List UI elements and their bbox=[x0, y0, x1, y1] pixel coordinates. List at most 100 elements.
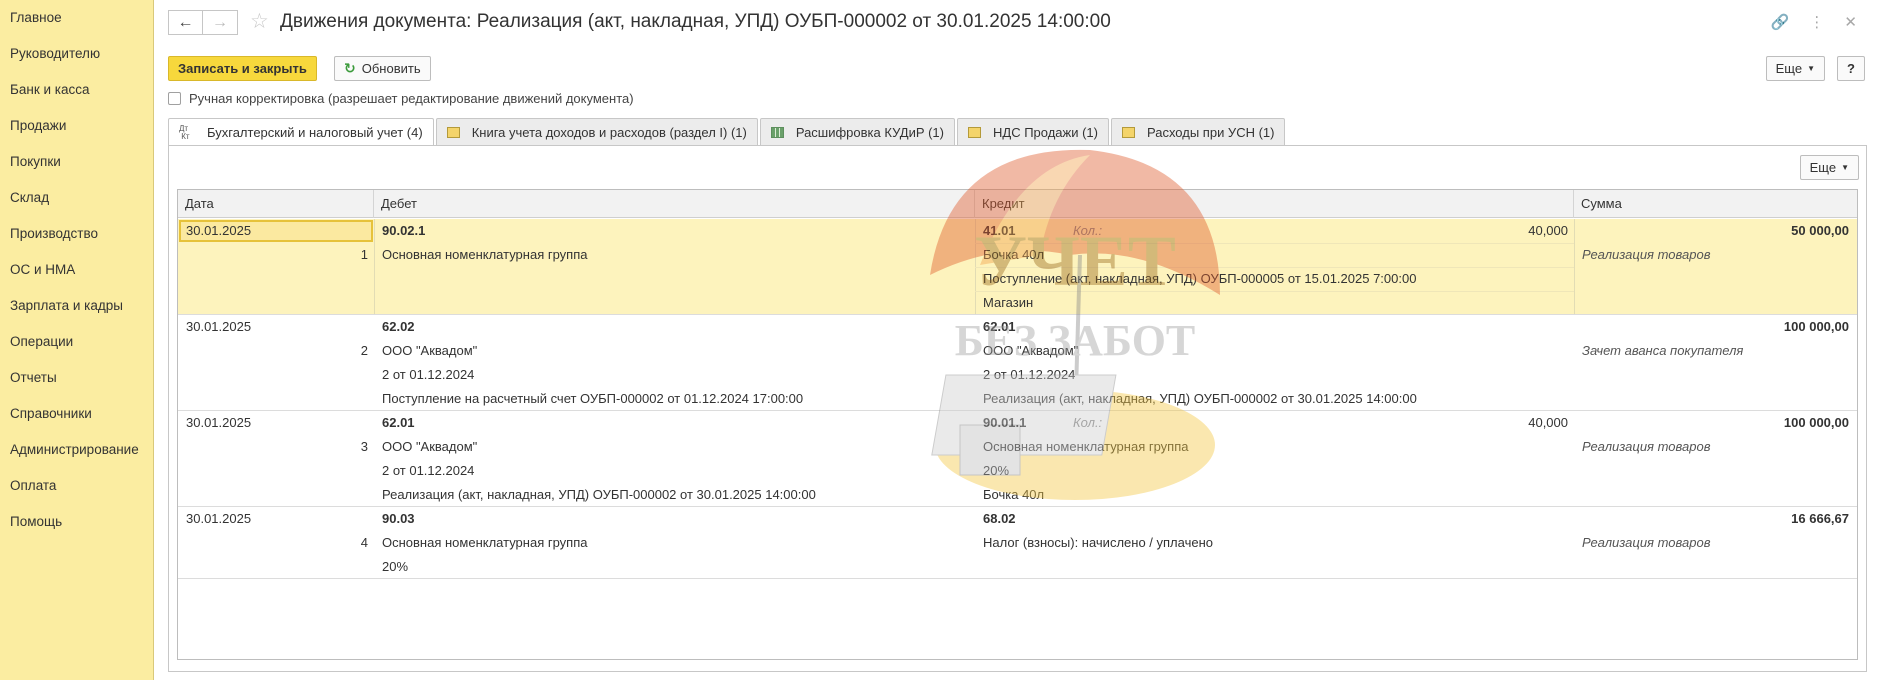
refresh-icon: ↻ bbox=[344, 60, 356, 76]
register-icon bbox=[968, 126, 981, 138]
sidebar-item-warehouse[interactable]: Склад bbox=[0, 180, 153, 216]
main-area: ← → ☆ Движения документа: Реализация (ак… bbox=[155, 0, 1879, 680]
sidebar-item-help[interactable]: Помощь bbox=[0, 504, 153, 540]
column-divider bbox=[1574, 219, 1575, 314]
entry-number: 3 bbox=[360, 439, 368, 454]
tab-label: Бухгалтерский и налоговый учет (4) bbox=[207, 125, 423, 140]
sub-divider bbox=[975, 291, 1574, 292]
register-icon bbox=[446, 126, 460, 138]
credit-account: 68.02 bbox=[983, 511, 1016, 526]
entry-content: Реализация товаров bbox=[1582, 439, 1711, 454]
sidebar-item-production[interactable]: Производство bbox=[0, 216, 153, 252]
table-row[interactable]: 30.01.2025 2 62.02 ООО "Аквадом" 2 от 01… bbox=[178, 315, 1857, 411]
sidebar-item-reports[interactable]: Отчеты bbox=[0, 360, 153, 396]
sidebar-item-bank-cash[interactable]: Банк и касса bbox=[0, 72, 153, 108]
grid-more-button[interactable]: Еще ▼ bbox=[1799, 155, 1859, 180]
close-icon[interactable]: ✕ bbox=[1844, 13, 1857, 31]
chevron-down-icon: ▼ bbox=[1807, 64, 1815, 73]
page-title: Движения документа: Реализация (акт, нак… bbox=[280, 11, 1111, 32]
sidebar-item-manager[interactable]: Руководителю bbox=[0, 36, 153, 72]
entry-sum: 50 000,00 bbox=[1791, 223, 1849, 238]
table-icon bbox=[770, 126, 784, 138]
credit-subconto: Налог (взносы): начислено / уплачено bbox=[983, 535, 1213, 550]
sidebar-item-references[interactable]: Справочники bbox=[0, 396, 153, 432]
entry-date: 30.01.2025 bbox=[186, 223, 252, 238]
column-header-debit[interactable]: Дебет bbox=[374, 190, 975, 218]
entry-date: 30.01.2025 bbox=[186, 415, 252, 430]
debit-subconto: Реализация (акт, накладная, УПД) ОУБП-00… bbox=[382, 487, 816, 502]
nav-buttons: ← → bbox=[168, 10, 238, 35]
sidebar-item-sales[interactable]: Продажи bbox=[0, 108, 153, 144]
sidebar-list: Главное Руководителю Банк и касса Продаж… bbox=[0, 0, 153, 540]
tab-accounting[interactable]: Дт Кт Бухгалтерский и налоговый учет (4) bbox=[168, 118, 434, 146]
entries-table: Дата Дебет Кредит Сумма 30.01.2025 1 90.… bbox=[177, 189, 1858, 660]
star-icon[interactable]: ☆ bbox=[250, 10, 269, 34]
column-divider bbox=[374, 219, 375, 314]
toolbar: Записать и закрыть ↻ Обновить Еще ▼ ? bbox=[168, 56, 1865, 82]
credit-account: 62.01 bbox=[983, 319, 1016, 334]
sidebar-item-payroll[interactable]: Зарплата и кадры bbox=[0, 288, 153, 324]
debit-subconto: 2 от 01.12.2024 bbox=[382, 463, 475, 478]
link-icon[interactable]: 🔗 bbox=[1771, 13, 1790, 31]
refresh-button[interactable]: ↻ Обновить bbox=[334, 56, 431, 81]
tab-vat-sales[interactable]: НДС Продажи (1) bbox=[957, 118, 1109, 145]
register-icon bbox=[1121, 126, 1135, 138]
credit-subconto: Бочка 40л bbox=[983, 247, 1045, 262]
column-header-date[interactable]: Дата bbox=[178, 190, 374, 218]
entry-number: 2 bbox=[360, 343, 368, 358]
credit-subconto: 20% bbox=[983, 463, 1010, 478]
more-button[interactable]: Еще ▼ bbox=[1765, 56, 1825, 81]
tab-label: НДС Продажи (1) bbox=[993, 124, 1098, 140]
entry-sum: 16 666,67 bbox=[1791, 511, 1849, 526]
manual-correction: Ручная корректировка (разрешает редактир… bbox=[168, 91, 634, 106]
tab-usn-expenses[interactable]: Расходы при УСН (1) bbox=[1110, 118, 1286, 145]
sidebar-item-main[interactable]: Главное bbox=[0, 0, 153, 36]
forward-button[interactable]: → bbox=[203, 10, 238, 35]
manual-correction-label[interactable]: Ручная корректировка (разрешает редактир… bbox=[189, 91, 634, 106]
sidebar-item-fixed-assets[interactable]: ОС и НМА bbox=[0, 252, 153, 288]
column-header-credit[interactable]: Кредит bbox=[975, 190, 1574, 218]
entry-sum: 100 000,00 bbox=[1783, 319, 1849, 334]
chevron-down-icon: ▼ bbox=[1841, 163, 1849, 172]
credit-subconto: Поступление (акт, накладная, УПД) ОУБП-0… bbox=[983, 271, 1417, 286]
table-header: Дата Дебет Кредит Сумма bbox=[178, 190, 1857, 218]
quantity-value: 40,000 bbox=[1528, 223, 1568, 238]
entry-content: Зачет аванса покупателя bbox=[1582, 343, 1744, 358]
tabs: Дт Кт Бухгалтерский и налоговый учет (4)… bbox=[168, 118, 1287, 146]
title-bar: ← → ☆ Движения документа: Реализация (ак… bbox=[168, 8, 1879, 36]
entry-content: Реализация товаров bbox=[1582, 535, 1711, 550]
manual-correction-checkbox[interactable] bbox=[168, 92, 181, 105]
app-window: Главное Руководителю Банк и касса Продаж… bbox=[0, 0, 1879, 680]
help-button[interactable]: ? bbox=[1837, 56, 1865, 81]
tab-label: Книга учета доходов и расходов (раздел I… bbox=[471, 124, 747, 140]
back-button[interactable]: ← bbox=[168, 10, 203, 35]
debit-subconto: ООО "Аквадом" bbox=[382, 343, 478, 358]
debit-subconto: Поступление на расчетный счет ОУБП-00000… bbox=[382, 391, 804, 406]
credit-subconto: ООО "Аквадом" bbox=[983, 343, 1079, 358]
table-row[interactable]: 30.01.2025 1 90.02.1 Основная номенклату… bbox=[178, 219, 1857, 315]
window-controls: 🔗 ⋮ ✕ bbox=[1771, 13, 1857, 31]
refresh-label: Обновить bbox=[361, 61, 421, 76]
column-header-sum[interactable]: Сумма bbox=[1574, 190, 1857, 218]
table-row[interactable]: 30.01.2025 3 62.01 ООО "Аквадом" 2 от 01… bbox=[178, 411, 1857, 507]
save-close-button[interactable]: Записать и закрыть bbox=[168, 56, 317, 81]
more-vertical-icon[interactable]: ⋮ bbox=[1809, 13, 1824, 31]
debit-subconto: 20% bbox=[382, 559, 409, 574]
debit-account: 62.02 bbox=[382, 319, 415, 334]
sidebar-item-purchases[interactable]: Покупки bbox=[0, 144, 153, 180]
quantity-value: 40,000 bbox=[1528, 415, 1568, 430]
quantity-label: Кол.: bbox=[1073, 415, 1103, 430]
sidebar-item-administration[interactable]: Администрирование bbox=[0, 432, 153, 468]
tab-kudir-detail[interactable]: Расшифровка КУДиР (1) bbox=[759, 118, 955, 145]
entry-date: 30.01.2025 bbox=[186, 319, 252, 334]
tab-label: Расходы при УСН (1) bbox=[1146, 124, 1275, 140]
credit-subconto: Бочка 40л bbox=[983, 487, 1045, 502]
debit-subconto: ООО "Аквадом" bbox=[382, 439, 478, 454]
table-row[interactable]: 30.01.2025 4 90.03 Основная номенклатурн… bbox=[178, 507, 1857, 579]
tab-income-expense-book[interactable]: Книга учета доходов и расходов (раздел I… bbox=[435, 118, 758, 145]
entry-number: 4 bbox=[360, 535, 368, 550]
credit-account: 41.01 bbox=[983, 223, 1016, 238]
sidebar-item-operations[interactable]: Операции bbox=[0, 324, 153, 360]
sidebar-item-payment[interactable]: Оплата bbox=[0, 468, 153, 504]
grid-more-label: Еще bbox=[1809, 160, 1837, 175]
